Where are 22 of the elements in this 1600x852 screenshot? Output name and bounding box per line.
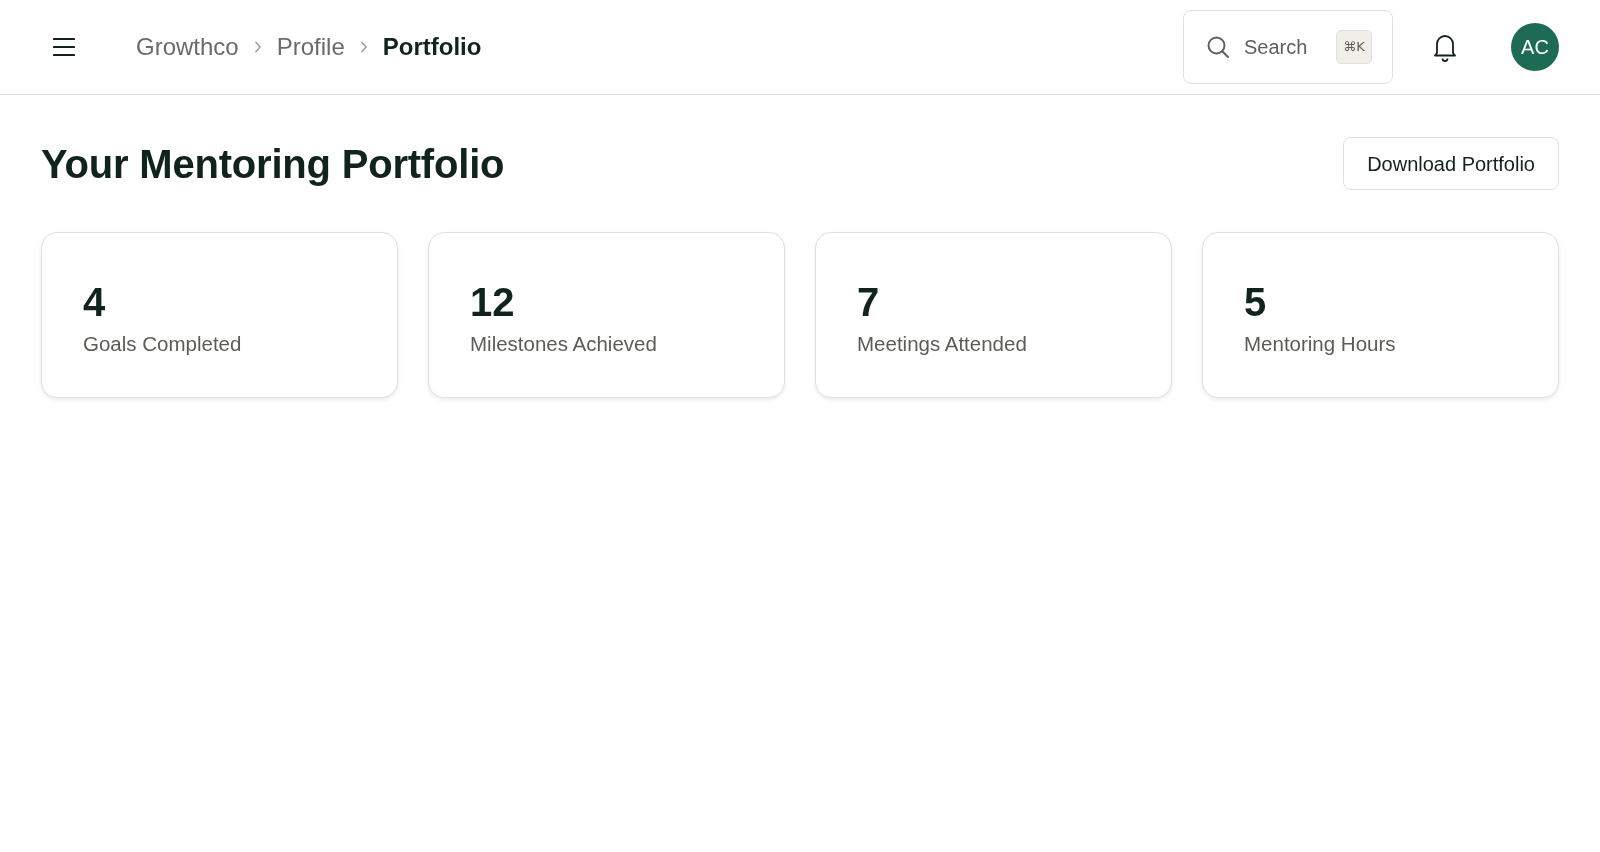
download-portfolio-button[interactable]: Download Portfolio: [1343, 137, 1559, 190]
menu-icon[interactable]: [53, 37, 75, 57]
breadcrumb-link[interactable]: Profile: [276, 29, 345, 65]
notification-bell-icon[interactable]: [1433, 32, 1457, 62]
search-box[interactable]: Search ⌘K: [1183, 10, 1393, 84]
stat-label: Milestones Achieved: [470, 331, 657, 357]
breadcrumb-current[interactable]: Portfolio: [382, 29, 482, 65]
stat-value: 5: [1244, 280, 1267, 324]
chevron-right-icon: [253, 41, 262, 53]
page-title: Your Mentoring Portfolio: [41, 140, 505, 188]
stat-value: 7: [857, 280, 880, 324]
shortcut-badge: ⌘K: [1336, 30, 1372, 64]
stat-label: Mentoring Hours: [1244, 331, 1396, 357]
search-icon: [1206, 35, 1230, 59]
stat-value: 12: [470, 280, 515, 324]
stat-value: 4: [83, 280, 106, 324]
stat-label: Goals Completed: [83, 331, 242, 357]
breadcrumb-link[interactable]: Growthco: [136, 29, 239, 65]
chevron-right-icon: [359, 41, 368, 53]
user-avatar[interactable]: AC: [1511, 23, 1559, 71]
stat-label: Meetings Attended: [857, 331, 1027, 357]
search-input[interactable]: Search: [1244, 32, 1316, 62]
